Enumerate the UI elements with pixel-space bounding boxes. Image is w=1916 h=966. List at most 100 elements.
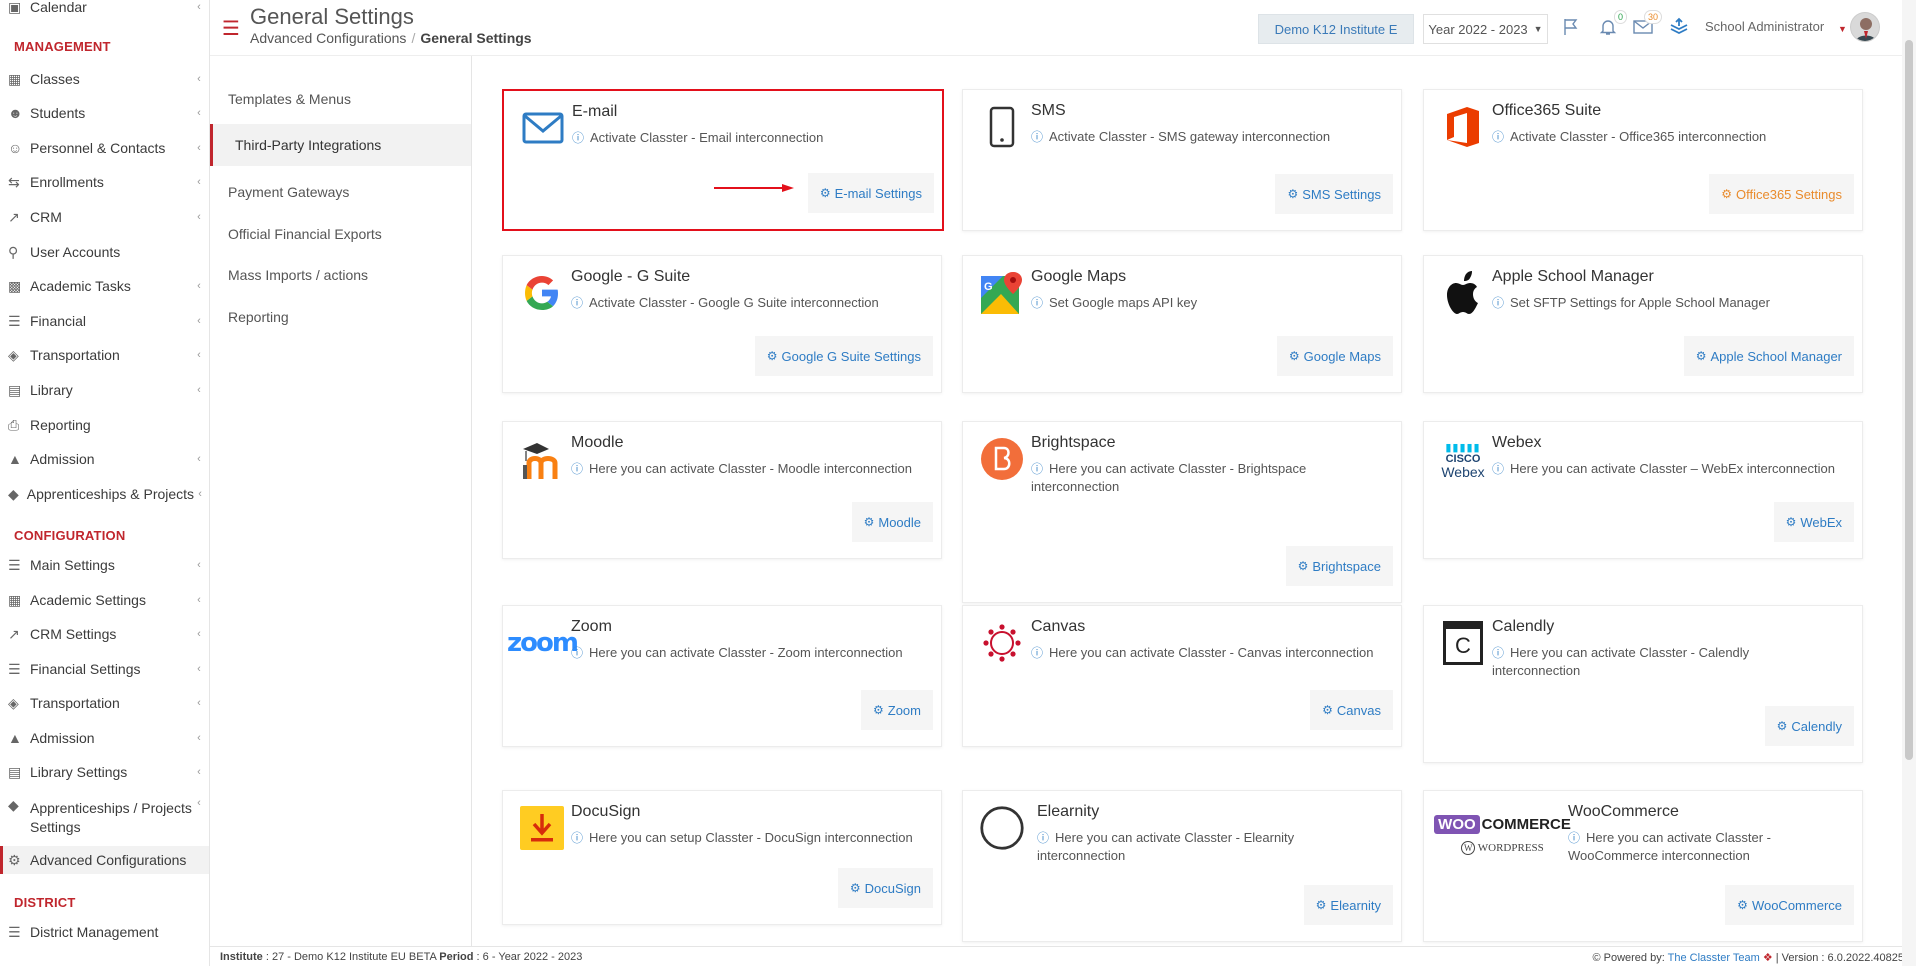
chevron-left-icon: ‹ (197, 663, 201, 675)
bell-icon[interactable]: 0 (1595, 10, 1627, 40)
classes-icon: ▦ (8, 70, 22, 87)
mobile-icon (979, 104, 1025, 150)
card-description: ⓘ Activate Classter - SMS gateway interco… (1031, 129, 1331, 144)
sms-settings-button[interactable]: ⚙ SMS Settings (1275, 174, 1393, 214)
caret-down-icon[interactable]: ▼ (1838, 24, 1847, 34)
subnav-third-party-integrations[interactable]: Third-Party Integrations (210, 124, 471, 166)
office365-suite-settings-button[interactable]: ⚙ Office365 Settings (1709, 174, 1854, 214)
sidebar-item-financial[interactable]: ☰ Financial ‹ (0, 307, 209, 335)
copyright-icon: © (1592, 952, 1601, 964)
user-name[interactable]: School Administrator (1705, 19, 1824, 34)
chevron-left-icon: ‹ (197, 594, 201, 606)
gears-icon: ⚙ (8, 851, 21, 868)
subnav-reporting[interactable]: Reporting (210, 296, 471, 338)
google-icon (519, 270, 565, 316)
gears-icon: ⚙ (766, 349, 778, 363)
integration-card-e-mail: E-mail ⓘ Activate Classter - Email interco… (502, 89, 944, 231)
section-configuration: CONFIGURATION (14, 528, 126, 543)
integration-card-google-maps: G Google Maps ⓘ Set Google maps API key ⚙ Goo… (962, 255, 1402, 393)
docusign-settings-button[interactable]: ⚙ DocuSign (837, 868, 933, 908)
canvas-settings-button[interactable]: ⚙ Canvas (1310, 690, 1393, 730)
classter-logo-icon: ❖ (1762, 952, 1773, 964)
sidebar-item-admission[interactable]: ▲ Admission ‹ (0, 445, 209, 473)
woocommerce-settings-button[interactable]: ⚙ WooCommerce (1725, 885, 1854, 925)
sidebar-item-financial-settings[interactable]: ☰ Financial Settings ‹ (0, 655, 209, 683)
layers-icon[interactable] (1666, 14, 1692, 40)
elearnity-settings-button[interactable]: ⚙ Elearnity (1303, 885, 1393, 925)
chevron-left-icon: ‹ (197, 797, 201, 809)
moodle-settings-button[interactable]: ⚙ Moodle (851, 502, 933, 542)
sidebar-item-students[interactable]: ☻ Students ‹ (0, 99, 209, 127)
sidebar-item-apprenticeships-projects-settings[interactable]: ◆ Apprenticeships / Projects Settings ‹ (0, 797, 209, 837)
sidebar-item-reporting[interactable]: ⎙ Reporting (0, 411, 209, 439)
google-g-suite-settings-button[interactable]: ⚙ Google G Suite Settings (754, 336, 933, 376)
sidebar-item-apprenticeships-projects[interactable]: ◆ Apprenticeships & Projects ‹ (0, 480, 209, 508)
sidebar-item-main-settings[interactable]: ☰ Main Settings ‹ (0, 551, 209, 579)
sidebar: ▣ Calendar ‹ MANAGEMENT CONFIGURATION DI… (0, 0, 210, 966)
calendly-settings-button[interactable]: ⚙ Calendly (1764, 706, 1854, 746)
sidebar-item-academic-settings[interactable]: ▦ Academic Settings ‹ (0, 586, 209, 614)
year-select[interactable]: Year 2022 - 2023 ▼ (1423, 14, 1548, 44)
sidebar-item-library[interactable]: ▤ Library ‹ (0, 376, 209, 404)
sidebar-item-transportation[interactable]: ◈ Transportation ‹ (0, 689, 209, 717)
subnav-official-financial-exports[interactable]: Official Financial Exports (210, 213, 471, 255)
sidebar-item-crm[interactable]: ↗ CRM ‹ (0, 203, 209, 231)
info-icon: ⓘ (1568, 831, 1581, 845)
apple-school-manager-settings-button[interactable]: ⚙ Apple School Manager (1683, 336, 1854, 376)
integration-card-calendly: C Calendly ⓘ Here you can activate Classter… (1423, 605, 1863, 763)
sidebar-item-classes[interactable]: ▦ Classes ‹ (0, 65, 209, 93)
integration-card-elearnity: Elearnity ⓘ Here you can activate Classter… (962, 790, 1402, 942)
subnav-payment-gateways[interactable]: Payment Gateways (210, 171, 471, 213)
card-description: ⓘ Here you can activate Classter – WebEx … (1492, 461, 1835, 476)
hamburger-menu-icon[interactable]: ☰ (222, 19, 240, 39)
sidebar-item-transportation[interactable]: ◈ Transportation ‹ (0, 341, 209, 369)
info-icon: ⓘ (1031, 462, 1044, 476)
brightspace-settings-button[interactable]: ⚙ Brightspace (1285, 546, 1393, 586)
students-icon: ☻ (8, 105, 23, 121)
flag-icon[interactable] (1558, 14, 1584, 40)
sidebar-item-personnel-contacts[interactable]: ☺ Personnel & Contacts ‹ (0, 134, 209, 162)
subnav-templates-menus[interactable]: Templates & Menus (210, 78, 471, 120)
chevron-left-icon: ‹ (197, 211, 201, 223)
header: ☰ General Settings Advanced Configuratio… (210, 0, 1916, 56)
google-maps-settings-button[interactable]: ⚙ Google Maps (1276, 336, 1393, 376)
envelope-icon[interactable]: 30 (1630, 10, 1662, 40)
chevron-left-icon: ‹ (197, 697, 201, 709)
e-mail-settings-button[interactable]: ⚙ E-mail Settings (807, 173, 934, 213)
sidebar-item-academic-tasks[interactable]: ▩ Academic Tasks ‹ (0, 272, 209, 300)
sidebar-item-enrollments[interactable]: ⇆ Enrollments ‹ (0, 168, 209, 196)
sidebar-item-library-settings[interactable]: ▤ Library Settings ‹ (0, 758, 209, 786)
card-description: ⓘ Here you can setup Classter - DocuSign … (571, 830, 913, 845)
gears-icon: ⚙ (1737, 898, 1748, 912)
sidebar-item-advanced-configurations[interactable]: ⚙ Advanced Configurations (0, 846, 209, 874)
scrollbar-thumb[interactable] (1905, 40, 1913, 760)
sidebar-item-district-management[interactable]: ☰ District Management (0, 918, 209, 946)
sidebar-item-calendar[interactable]: ▣ Calendar ‹ (0, 0, 209, 21)
info-icon: ⓘ (1031, 296, 1044, 310)
zoom-settings-button[interactable]: ⚙ Zoom (861, 690, 933, 730)
chevron-left-icon: ‹ (197, 384, 201, 396)
card-description: ⓘ Here you can activate Classter - Calend… (1492, 645, 1750, 678)
integration-card-webex: ▮▮▮▮▮ CISCO Webex Webex ⓘ Here you can activa… (1423, 421, 1863, 559)
classter-team-link[interactable]: The Classter Team (1668, 952, 1760, 964)
card-description: ⓘ Here you can activate Classter - Zoom i… (571, 645, 903, 660)
sidebar-item-user-accounts[interactable]: ⚲ User Accounts (0, 238, 209, 266)
brightspace-icon (979, 436, 1025, 482)
webex-icon: ▮▮▮▮▮ CISCO Webex (1441, 442, 1485, 480)
avatar[interactable] (1850, 12, 1880, 42)
sidebar-item-crm-settings[interactable]: ↗ CRM Settings ‹ (0, 620, 209, 648)
gears-icon: ⚙ (1322, 703, 1333, 717)
card-title: Elearnity (1037, 803, 1100, 820)
webex-settings-button[interactable]: ⚙ WebEx (1773, 502, 1854, 542)
moodle-icon (519, 436, 565, 482)
card-description: ⓘ Activate Classter - Office365 interconn… (1492, 129, 1767, 144)
footer: Institute : 27 - Demo K12 Institute EU B… (210, 946, 1916, 966)
breadcrumb-link[interactable]: Advanced Configurations (250, 30, 406, 46)
sidebar-item-admission[interactable]: ▲ Admission ‹ (0, 724, 209, 752)
subnav-mass-imports[interactable]: Mass Imports / actions (210, 254, 471, 296)
chevron-left-icon: ‹ (197, 559, 201, 571)
page-scrollbar[interactable] (1902, 0, 1916, 966)
messages-badge: 30 (1643, 10, 1662, 24)
institute-button[interactable]: Demo K12 Institute E (1258, 14, 1414, 44)
list-icon: ☰ (8, 923, 21, 940)
